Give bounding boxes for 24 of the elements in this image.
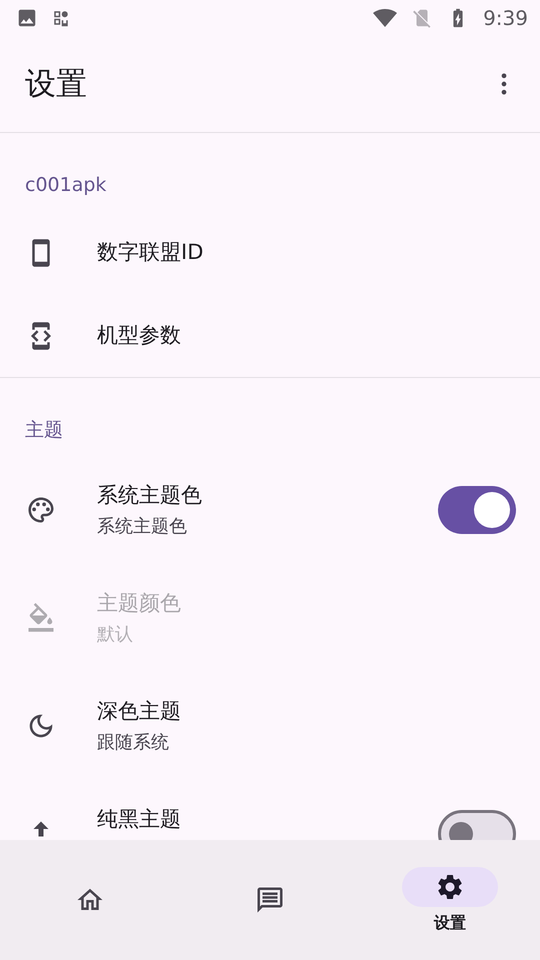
settings-item[interactable]: 深色主题 跟随系统: [0, 672, 540, 780]
setting-title: 系统主题色: [97, 482, 203, 508]
setting-title: 纯黑主题: [97, 806, 182, 832]
setting-summary: 跟随系统: [97, 730, 170, 754]
app-bar-title: 设置: [25, 65, 88, 104]
image-icon: [16, 7, 38, 29]
settings-item[interactable]: 机型参数: [0, 294, 540, 377]
setting-summary: 系统主题色: [97, 514, 188, 538]
apps-icon: [52, 9, 70, 27]
setting-title: 数字联盟ID: [97, 240, 204, 265]
setting-title: 机型参数: [97, 323, 182, 348]
setting-title: 主题颜色: [97, 590, 182, 616]
settings-item[interactable]: 系统主题色 系统主题色: [0, 456, 540, 564]
section-header: 主题: [24, 418, 64, 443]
setting-summary: 默认: [97, 622, 134, 646]
settings-item[interactable]: 数字联盟ID: [0, 211, 540, 294]
no-sim-icon: [411, 7, 434, 29]
section-header: c001apk: [24, 173, 108, 198]
toggle-switch[interactable]: [438, 486, 516, 534]
palette-icon: [26, 495, 56, 525]
setting-title: 深色主题: [97, 698, 182, 724]
paint-bucket-icon: [26, 603, 56, 633]
message-icon: [255, 885, 285, 915]
status-time: 9:39: [483, 6, 528, 30]
